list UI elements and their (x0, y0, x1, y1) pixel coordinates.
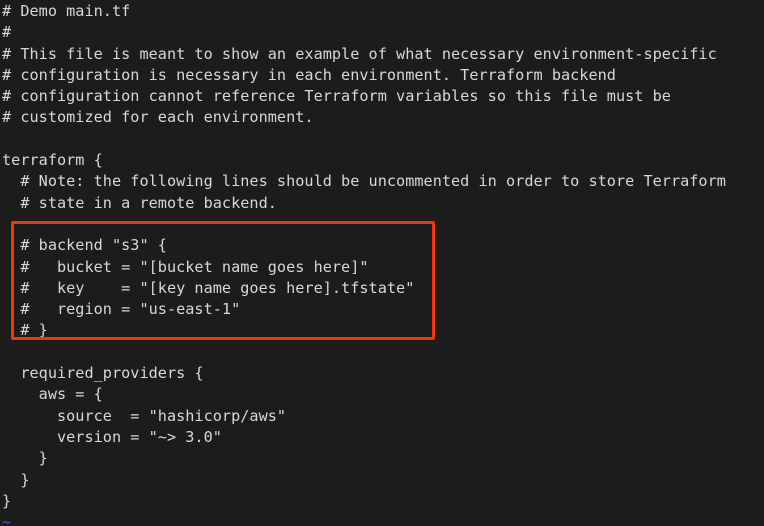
code-line: # customized for each environment. (2, 108, 314, 127)
code-line: version = "~> 3.0" (2, 427, 222, 446)
empty-line-marker: ~ (2, 513, 12, 526)
code-line: # bucket = "[bucket name goes here]" (2, 257, 369, 276)
terminal-editor-window: # Demo main.tf # # This file is meant to… (0, 0, 764, 526)
code-line: } (2, 491, 12, 510)
code-line: source = "hashicorp/aws" (2, 406, 287, 425)
code-content[interactable]: # Demo main.tf # # This file is meant to… (0, 0, 764, 526)
code-line: terraform { (2, 151, 103, 170)
code-line: } (2, 470, 30, 489)
code-line: # state in a remote backend. (2, 193, 277, 212)
code-line: # key = "[key name goes here].tfstate" (2, 278, 415, 297)
code-line: # } (2, 321, 48, 340)
code-line: # Demo main.tf (2, 2, 131, 20)
code-line: # configuration is necessary in each env… (2, 65, 616, 84)
code-line: # configuration cannot reference Terrafo… (2, 87, 671, 106)
code-line: # This file is meant to show an example … (2, 44, 717, 63)
code-line: # Note: the following lines should be un… (2, 172, 726, 191)
code-line: aws = { (2, 385, 103, 404)
code-line: required_providers { (2, 364, 204, 383)
code-line: # (2, 23, 12, 42)
code-line: # backend "s3" { (2, 236, 167, 255)
code-line: } (2, 449, 48, 468)
code-line: # region = "us-east-1" (2, 300, 241, 319)
